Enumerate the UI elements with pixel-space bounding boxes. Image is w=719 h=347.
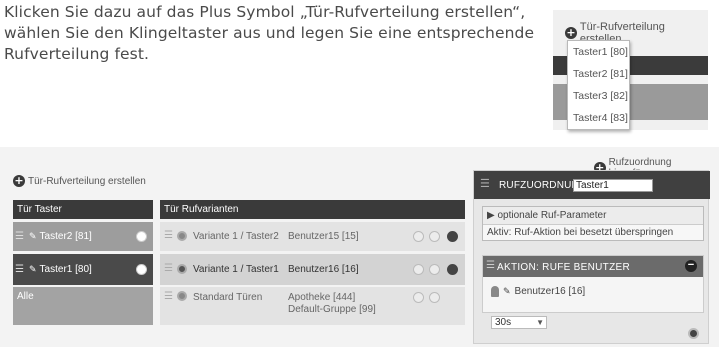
intro-text: Klicken Sie dazu auf das Plus Symbol „Tü… xyxy=(4,3,535,63)
drag-handle-icon[interactable]: ☰ xyxy=(480,177,490,190)
drag-handle-icon[interactable]: ☰ xyxy=(15,264,29,275)
taster-row[interactable]: ☰ ✎ Taster2 [81] xyxy=(13,222,153,251)
dropdown-option[interactable]: Taster4 [83] xyxy=(568,107,629,129)
variant-user: Benutzer15 [15] xyxy=(288,231,359,242)
user-icon xyxy=(491,286,499,297)
column-header-variants: Tür Rufvarianten xyxy=(160,200,465,219)
phone-icon[interactable] xyxy=(413,264,424,275)
gear-icon[interactable] xyxy=(137,265,146,274)
variant-name: Variante 1 / Taster2 xyxy=(193,231,279,242)
assignment-panel: ☰ RUFZUORDNUNG Taster1 ▶ optionale Ruf-P… xyxy=(473,170,710,344)
taster-label: Taster2 [81] xyxy=(39,231,92,242)
dropdown-option[interactable]: Taster1 [80] xyxy=(568,41,629,63)
assignment-name-input[interactable]: Taster1 xyxy=(573,179,653,192)
taster-row[interactable]: Alle xyxy=(13,287,153,325)
params-label-text: optionale Ruf-Parameter xyxy=(497,210,607,221)
dropdown-inset: + Tür-Rufverteilung erstellen Taster1 [8… xyxy=(553,10,708,130)
optional-params-label: ▶ optionale Ruf-Parameter xyxy=(487,210,607,221)
action-header: ☰ AKTION: RUFE BENUTZER − xyxy=(483,256,703,277)
variant-status-icon xyxy=(177,291,187,301)
drag-handle-icon[interactable]: ☰ xyxy=(164,291,173,302)
phone-icon[interactable] xyxy=(413,231,424,242)
call-distribution-app: + Tür-Rufverteilung erstellen + Rufzuord… xyxy=(0,147,719,347)
dropdown-option[interactable]: Taster2 [81] xyxy=(568,63,629,85)
edit-icon[interactable] xyxy=(429,231,440,242)
delay-select[interactable]: 30s ▼ xyxy=(491,316,547,329)
pencil-icon[interactable]: ✎ xyxy=(503,286,511,297)
gear-icon[interactable] xyxy=(447,264,458,275)
variant-user: Apotheke [444] xyxy=(288,292,356,303)
action-user: ✎ Benutzer16 [16] xyxy=(491,286,585,297)
variant-status-icon xyxy=(177,231,187,241)
pencil-icon[interactable]: ✎ xyxy=(29,264,37,275)
variant-user: Benutzer16 [16] xyxy=(288,264,359,275)
variant-row[interactable]: ☰ Standard Türen Apotheke [444] Default-… xyxy=(160,287,465,325)
optional-params-box[interactable]: ▶ optionale Ruf-Parameter Aktiv: Ruf-Akt… xyxy=(482,206,704,241)
gear-icon[interactable] xyxy=(688,328,699,339)
dropdown-option[interactable]: Taster3 [82] xyxy=(568,85,629,107)
taster-label: Taster1 [80] xyxy=(39,264,92,275)
optional-params-value: Aktiv: Ruf-Aktion bei besetzt überspring… xyxy=(483,224,703,240)
variant-row-selected[interactable]: ☰ Variante 1 / Taster1 Benutzer16 [16] xyxy=(160,254,465,285)
chevron-down-icon: ▼ xyxy=(536,318,544,327)
taster-dropdown[interactable]: Taster1 [80] Taster2 [81] Taster3 [82] T… xyxy=(567,40,630,130)
variant-user-secondary: Default-Gruppe [99] xyxy=(288,304,376,315)
remove-icon[interactable]: − xyxy=(685,260,697,272)
edit-icon[interactable] xyxy=(429,264,440,275)
drag-handle-icon[interactable]: ☰ xyxy=(164,263,173,274)
variant-name: Variante 1 / Taster1 xyxy=(193,264,279,275)
plus-icon: + xyxy=(13,174,25,187)
taster-row-selected[interactable]: ☰ ✎ Taster1 [80] xyxy=(13,254,153,285)
phone-icon[interactable] xyxy=(413,292,424,303)
assignment-header: ☰ RUFZUORDNUNG Taster1 xyxy=(474,171,710,199)
add-distribution-button[interactable]: + Tür-Rufverteilung erstellen xyxy=(13,175,146,187)
delay-value: 30s xyxy=(495,317,512,328)
drag-handle-icon[interactable]: ☰ xyxy=(15,231,29,242)
variant-status-icon xyxy=(177,264,187,274)
action-user-label: Benutzer16 [16] xyxy=(514,286,586,297)
column-header-taster: Tür Taster xyxy=(13,200,153,219)
taster-label: Alle xyxy=(17,291,34,302)
action-title: AKTION: RUFE BENUTZER xyxy=(497,262,630,273)
add-distribution-label: Tür-Rufverteilung erstellen xyxy=(28,175,146,187)
variant-row[interactable]: ☰ Variante 1 / Taster2 Benutzer15 [15] xyxy=(160,222,465,251)
variant-name: Standard Türen xyxy=(193,292,263,303)
gear-icon[interactable] xyxy=(137,232,146,241)
gear-icon[interactable] xyxy=(447,231,458,242)
drag-handle-icon[interactable]: ☰ xyxy=(164,230,173,241)
plus-icon: + xyxy=(565,26,577,39)
action-box: ☰ AKTION: RUFE BENUTZER − ✎ Benutzer16 [… xyxy=(482,255,704,313)
drag-handle-icon[interactable]: ☰ xyxy=(486,260,495,271)
edit-icon[interactable] xyxy=(429,292,440,303)
pencil-icon[interactable]: ✎ xyxy=(29,231,37,242)
